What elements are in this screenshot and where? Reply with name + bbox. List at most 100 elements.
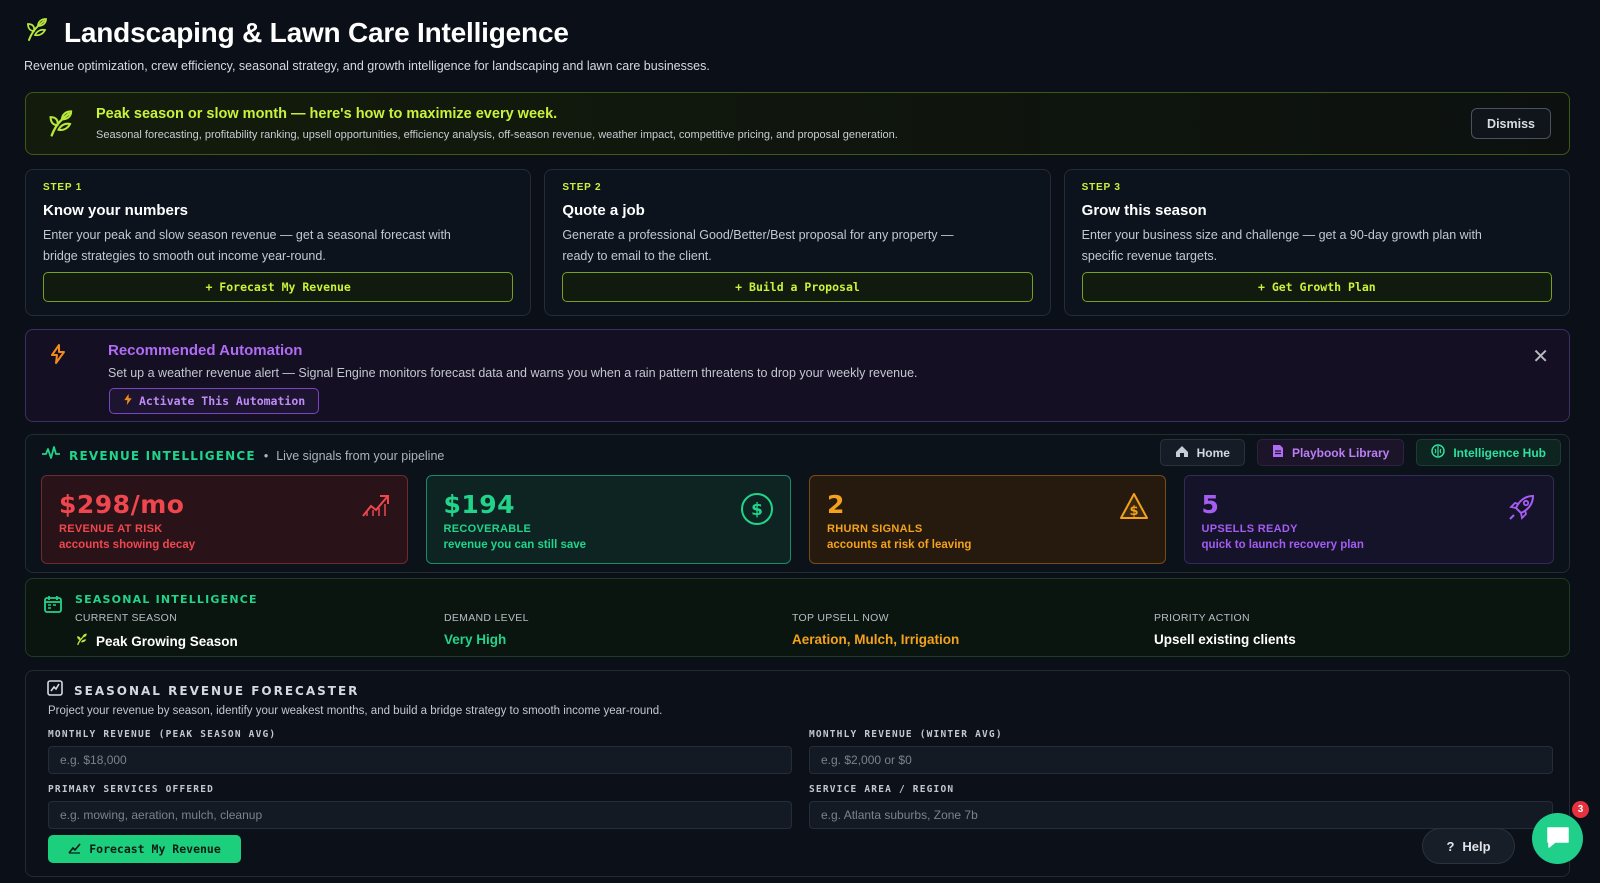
svg-text:$: $ — [1129, 504, 1138, 519]
page-subtitle: Revenue optimization, crew efficiency, s… — [24, 59, 710, 73]
forecast-submit-label: Forecast My Revenue — [89, 842, 221, 856]
revenue-nav: Home Playbook Library Intelligence Hub — [1159, 439, 1561, 466]
step-label: STEP 3 — [1081, 182, 1121, 193]
peak-revenue-label: MONTHLY REVENUE (PEAK SEASON AVG) — [48, 729, 277, 740]
help-label: Help — [1462, 838, 1491, 854]
metric-value: $298/mo — [59, 490, 185, 519]
primary-services-label: PRIMARY SERVICES OFFERED — [48, 784, 215, 795]
recommended-automation-card: Recommended Automation Set up a weather … — [25, 329, 1570, 422]
automation-description: Set up a weather revenue alert — Signal … — [108, 366, 918, 380]
service-area-input[interactable] — [809, 801, 1553, 829]
top-upsell-field: TOP UPSELL NOW Aeration, Mulch, Irrigati… — [792, 612, 959, 647]
intro-banner: Peak season or slow month — here's how t… — [25, 92, 1570, 155]
help-button[interactable]: ? Help — [1422, 828, 1515, 864]
top-upsell-value: Aeration, Mulch, Irrigation — [792, 632, 960, 647]
peak-revenue-input[interactable] — [48, 746, 792, 774]
seasonal-intelligence-title: SEASONAL INTELLIGENCE — [75, 593, 258, 606]
step-label: STEP 1 — [43, 182, 83, 193]
revenue-intelligence-header: REVENUE INTELLIGENCE • Live signals from… — [41, 445, 444, 466]
steps-row: STEP 1 Know your numbers Enter your peak… — [25, 169, 1570, 316]
demand-level-label: DEMAND LEVEL — [444, 612, 529, 624]
metric-card-upsells-ready[interactable]: 5 UPSELLS READY quick to launch recovery… — [1183, 475, 1554, 564]
revenue-intelligence-panel: REVENUE INTELLIGENCE • Live signals from… — [25, 434, 1570, 573]
step-title: Grow this season — [1081, 202, 1207, 219]
current-season-field: CURRENT SEASON Peak Growing Season — [75, 612, 238, 650]
current-season-value: Peak Growing Season — [75, 632, 238, 650]
metric-subtext: accounts at risk of leaving — [827, 539, 972, 551]
seasonal-intelligence-panel: SEASONAL INTELLIGENCE CURRENT SEASON Pea… — [25, 578, 1570, 657]
svg-text:$: $ — [751, 500, 763, 520]
priority-action-label: PRIORITY ACTION — [1154, 612, 1250, 624]
primary-services-input[interactable] — [48, 801, 792, 829]
dollar-circle-icon: $ — [740, 492, 774, 531]
playbook-library-button[interactable]: Playbook Library — [1256, 439, 1405, 466]
seasonal-revenue-forecaster: SEASONAL REVENUE FORECASTER Project your… — [25, 670, 1570, 877]
chat-bubble-icon — [1545, 825, 1571, 852]
banner-title: Peak season or slow month — here's how t… — [96, 106, 558, 122]
brain-icon — [1431, 444, 1446, 461]
forecaster-description: Project your revenue by season, identify… — [48, 705, 663, 717]
home-icon — [1175, 445, 1189, 461]
winter-revenue-input[interactable] — [809, 746, 1553, 774]
step-description: Enter your peak and slow season revenue … — [43, 228, 451, 263]
lightning-icon — [50, 344, 66, 369]
bullet-separator: • — [263, 448, 269, 463]
calendar-icon — [43, 594, 63, 619]
rocket-icon — [1507, 492, 1537, 527]
metric-card-revenue-at-risk[interactable]: $298/mo REVENUE AT RISK accounts showing… — [41, 475, 408, 564]
forecast-submit-button[interactable]: Forecast My Revenue — [48, 835, 241, 863]
activate-automation-button[interactable]: Activate This Automation — [109, 388, 320, 414]
service-area-label: SERVICE AREA / REGION — [809, 784, 955, 795]
priority-action-value: Upsell existing clients — [1154, 632, 1296, 647]
build-proposal-button[interactable]: + Build a Proposal — [562, 272, 1033, 302]
step-card-1: STEP 1 Know your numbers Enter your peak… — [25, 169, 532, 316]
forecaster-title: SEASONAL REVENUE FORECASTER — [74, 683, 360, 698]
get-growth-plan-button[interactable]: + Get Growth Plan — [1081, 272, 1552, 302]
metric-label: REVENUE AT RISK — [59, 523, 163, 535]
demand-level-value: Very High — [444, 632, 507, 647]
intelligence-hub-button[interactable]: Intelligence Hub — [1416, 439, 1561, 466]
chat-launcher-button[interactable] — [1532, 813, 1583, 864]
current-season-label: CURRENT SEASON — [75, 612, 178, 624]
metric-label: RECOVERABLE — [443, 523, 532, 535]
top-upsell-label: TOP UPSELL NOW — [792, 612, 889, 624]
forecast-my-revenue-button[interactable]: + Forecast My Revenue — [43, 272, 514, 302]
step-description: Generate a professional Good/Better/Best… — [562, 228, 954, 263]
step-title: Know your numbers — [43, 202, 189, 219]
playbook-library-label: Playbook Library — [1291, 445, 1390, 460]
step-card-3: STEP 3 Grow this season Enter your busin… — [1063, 169, 1570, 316]
document-icon — [1272, 444, 1284, 461]
metric-value: 5 — [1201, 490, 1220, 519]
leaf-icon — [75, 632, 90, 650]
metric-label: UPSELLS READY — [1201, 523, 1298, 535]
chart-icon — [47, 680, 63, 701]
trending-up-icon — [361, 492, 391, 523]
pulse-icon — [41, 445, 61, 466]
winter-revenue-label: MONTHLY REVENUE (WINTER AVG) — [809, 729, 1003, 740]
metric-subtext: quick to launch recovery plan — [1201, 539, 1364, 551]
step-card-2: STEP 2 Quote a job Generate a profession… — [544, 169, 1051, 316]
metrics-row: $298/mo REVENUE AT RISK accounts showing… — [41, 475, 1554, 564]
metric-subtext: revenue you can still save — [443, 539, 587, 551]
home-button[interactable]: Home — [1159, 439, 1245, 466]
page-header: Landscaping & Lawn Care Intelligence Rev… — [24, 16, 1584, 74]
automation-title: Recommended Automation — [108, 342, 303, 359]
metric-value: $194 — [443, 490, 516, 519]
demand-level-field: DEMAND LEVEL Very High — [444, 612, 529, 647]
forecaster-header: SEASONAL REVENUE FORECASTER — [47, 680, 359, 701]
leaf-icon — [24, 16, 52, 49]
home-label: Home — [1196, 445, 1230, 460]
priority-action-field: PRIORITY ACTION Upsell existing clients — [1154, 612, 1296, 647]
revenue-intelligence-title: REVENUE INTELLIGENCE — [69, 448, 256, 463]
page-title: Landscaping & Lawn Care Intelligence — [64, 16, 569, 48]
metric-card-churn-signals[interactable]: 2 RHURN SIGNALS accounts at risk of leav… — [809, 475, 1166, 564]
question-icon: ? — [1446, 838, 1455, 854]
current-season-text: Peak Growing Season — [96, 633, 238, 649]
metric-card-recoverable[interactable]: $194 RECOVERABLE revenue you can still s… — [425, 475, 791, 564]
dismiss-button[interactable]: Dismiss — [1471, 108, 1551, 139]
step-description: Enter your business size and challenge —… — [1081, 228, 1482, 263]
revenue-intelligence-subtitle: Live signals from your pipeline — [276, 448, 445, 463]
chat-notification-badge: 3 — [1572, 801, 1589, 818]
close-icon[interactable]: ✕ — [1532, 344, 1549, 369]
activate-automation-label: Activate This Automation — [139, 394, 306, 408]
